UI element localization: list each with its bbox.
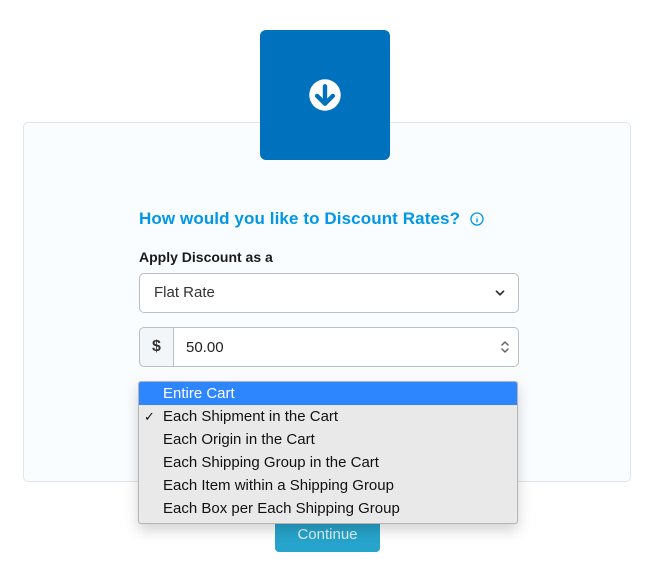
amount-input[interactable] — [173, 327, 519, 367]
scope-option[interactable]: Entire Cart — [139, 382, 517, 405]
scope-dropdown[interactable]: Entire Cart ✓ Each Shipment in the Cart Eac… — [138, 381, 518, 524]
apply-discount-label: Apply Discount as a — [139, 249, 575, 265]
currency-symbol: $ — [139, 327, 173, 367]
step-badge — [260, 30, 390, 160]
scope-option[interactable]: Each Item within a Shipping Group — [139, 474, 517, 497]
check-icon: ✓ — [144, 405, 155, 428]
chevron-down-icon — [493, 273, 507, 313]
discount-type-value: Flat Rate — [139, 273, 519, 313]
scope-option[interactable]: Each Box per Each Shipping Group — [139, 497, 517, 520]
amount-stepper[interactable] — [499, 327, 511, 367]
scope-option-label: Each Shipment in the Cart — [163, 408, 338, 425]
scope-option-label: Each Item within a Shipping Group — [163, 477, 394, 494]
down-arrow-icon — [304, 74, 346, 116]
discount-type-select[interactable]: Flat Rate — [139, 273, 519, 313]
scope-option[interactable]: Each Origin in the Cart — [139, 428, 517, 451]
scope-option-label: Each Box per Each Shipping Group — [163, 500, 400, 517]
scope-option[interactable]: ✓ Each Shipment in the Cart — [139, 405, 517, 428]
scope-option-label: Each Origin in the Cart — [163, 431, 315, 448]
scope-option-label: Entire Cart — [163, 385, 235, 402]
panel-heading-text: How would you like to Discount Rates? — [139, 209, 460, 229]
scope-option[interactable]: Each Shipping Group in the Cart — [139, 451, 517, 474]
info-icon[interactable] — [468, 210, 486, 228]
panel-heading: How would you like to Discount Rates? — [139, 209, 575, 229]
amount-row: $ — [139, 327, 519, 367]
scope-option-label: Each Shipping Group in the Cart — [163, 454, 379, 471]
